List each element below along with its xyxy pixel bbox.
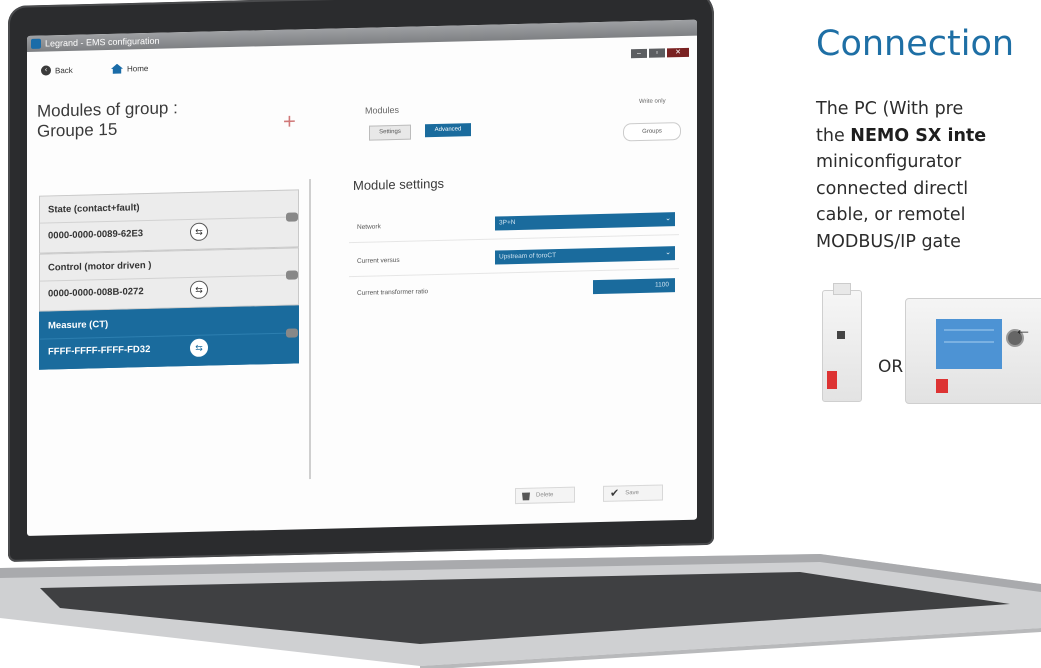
groups-button[interactable]: Groups (623, 122, 681, 142)
usb-icon[interactable]: ⇆ (190, 280, 208, 300)
device-label (827, 371, 837, 389)
nav-bar: ‹ Back Home (27, 45, 327, 90)
module-list: State (contact+fault) 0000-0000-0089-62E… (39, 189, 299, 370)
arrow-left-icon: ← (1014, 319, 1032, 339)
save-label: Save (625, 490, 639, 497)
back-label: Back (55, 65, 73, 75)
delete-button[interactable]: Delete (515, 486, 575, 505)
window-title: Legrand - EMS configuration (45, 35, 160, 49)
body-line: cable, or remotel (816, 205, 966, 225)
trash-icon (522, 491, 530, 500)
product-name: NEMO SX inte (850, 125, 987, 146)
tab-settings[interactable]: Settings (369, 124, 411, 141)
body-text-fragment: the (816, 125, 851, 146)
divider (40, 216, 298, 224)
module-type: State (contact+fault) (48, 202, 140, 216)
tab-advanced[interactable]: Advanced (425, 123, 471, 138)
group-title: Modules of group : Groupe 15 (37, 98, 178, 141)
module-type: Control (motor driven ) (48, 259, 152, 274)
body-line: the NEMO SX inte (816, 123, 986, 150)
close-button[interactable]: ✕ (667, 47, 689, 58)
current-versus-select[interactable]: Upstream of toroCT ⌄ (495, 246, 675, 265)
mode-label: Write only (639, 98, 666, 106)
divider (349, 234, 679, 244)
network-select[interactable]: 3P+N ⌄ (495, 212, 675, 231)
chevron-down-icon: ⌄ (665, 249, 671, 257)
minimize-button[interactable]: – (631, 48, 647, 59)
body-line: connected directl (816, 178, 969, 199)
home-label: Home (127, 63, 149, 74)
maximize-button[interactable]: ▫ (649, 48, 665, 58)
laptop-base (0, 552, 1041, 668)
body-line: miniconfigurator (816, 152, 962, 172)
ct-ratio-input[interactable]: 1100 (593, 278, 675, 295)
module-type: Measure (CT) (48, 319, 109, 332)
body-line: The PC (With pre (816, 99, 964, 119)
body-line: MODBUS/IP gate (816, 231, 961, 252)
interface-module-image (822, 283, 862, 402)
usb-icon[interactable]: ⇆ (190, 338, 208, 358)
module-item-selected[interactable]: Measure (CT) FFFF-FFFF-FFFF-FD32 ⇆ (39, 305, 299, 370)
heading: Connection (816, 24, 1015, 64)
home-icon (111, 64, 123, 74)
divider (40, 274, 298, 282)
window-controls: – ▫ ✕ (631, 47, 689, 59)
device-port (837, 331, 845, 339)
app-window: Legrand - EMS configuration – ▫ ✕ ‹ Back… (27, 19, 697, 537)
module-address: 0000-0000-0089-62E3 (48, 228, 144, 242)
divider (40, 332, 298, 340)
check-icon: ✔ (610, 487, 620, 500)
page-title: Modules (365, 104, 400, 116)
drag-handle[interactable] (286, 212, 298, 222)
delete-label: Delete (536, 492, 554, 499)
divider (349, 268, 679, 278)
group-title-line1: Modules of group : (37, 98, 178, 121)
module-item[interactable]: State (contact+fault) 0000-0000-0089-62E… (39, 189, 299, 254)
current-versus-label: Current versus (357, 256, 400, 265)
app-icon (31, 38, 41, 49)
usb-icon[interactable]: ⇆ (190, 222, 208, 242)
module-item[interactable]: Control (motor driven ) 0000-0000-008B-0… (39, 247, 299, 312)
body-text: The PC (With pre the NEMO SX inte minico… (816, 96, 986, 255)
gateway-device-image (905, 298, 1041, 404)
or-label: OR (878, 357, 904, 377)
module-address: 0000-0000-008B-0272 (48, 286, 144, 300)
back-button[interactable]: ‹ Back (41, 65, 73, 76)
chevron-down-icon: ⌄ (665, 215, 671, 223)
network-value: 3P+N (499, 219, 516, 227)
module-address: FFFF-FFFF-FFFF-FD32 (48, 343, 151, 358)
save-button[interactable]: ✔ Save (603, 484, 663, 502)
add-module-button[interactable]: + (283, 108, 296, 133)
back-arrow-icon: ‹ (41, 65, 51, 76)
current-versus-value: Upstream of toroCT (499, 252, 557, 261)
drag-handle[interactable] (286, 328, 298, 338)
scrollbar[interactable] (309, 179, 311, 480)
device-label (936, 379, 948, 393)
drag-handle[interactable] (286, 270, 298, 280)
device-clip (833, 283, 851, 295)
network-label: Network (357, 223, 381, 231)
ct-ratio-label: Current transformer ratio (357, 288, 429, 297)
section-title: Module settings (353, 175, 445, 194)
device-display (936, 319, 1002, 369)
home-button[interactable]: Home (111, 63, 148, 74)
group-title-line2: Groupe 15 (37, 119, 118, 141)
